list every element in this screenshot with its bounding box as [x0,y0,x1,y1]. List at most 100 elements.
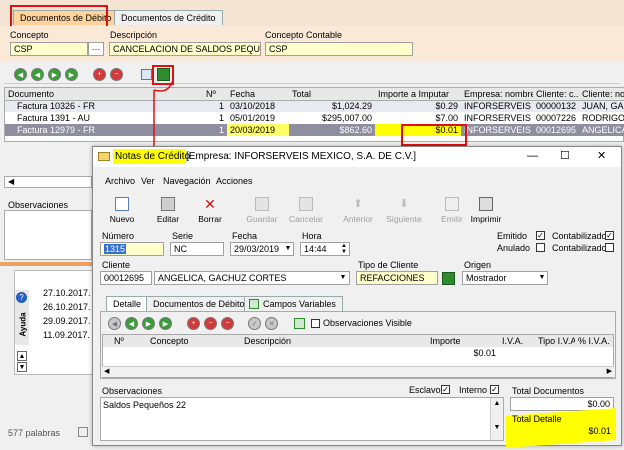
anterior-button[interactable]: ⬆ Anterior [336,188,380,224]
concepto-field[interactable]: CSP [10,42,88,56]
menu-navegacion[interactable]: Navegación [163,176,211,186]
emitir-label: Emitir [441,214,463,224]
concepto-contable-label: Concepto Contable [265,30,343,40]
side-scroll-down-icon[interactable]: ▼ [17,362,27,372]
scroll-left-icon[interactable]: ◀ [102,368,109,375]
col-total[interactable]: Total [289,88,375,100]
next-record-icon[interactable]: ▶ [48,68,61,81]
detail-last-icon[interactable]: ▶ [159,317,172,330]
table-row[interactable]: Factura 1391 - AU 1 05/01/2019 $295,007.… [5,112,624,124]
concepto-contable-field[interactable]: CSP [265,42,413,56]
esclavo-checkbox[interactable]: ✓ [441,385,450,394]
nuevo-button[interactable]: Nuevo [100,188,144,224]
last-record-icon[interactable]: ▶ [65,68,78,81]
detail-next-icon[interactable]: ▶ [142,317,155,330]
detail-confirm-icon[interactable]: ✓ [248,317,261,330]
col-cliente-codigo[interactable]: Cliente: c... [533,88,579,100]
back-observaciones-box[interactable] [4,210,92,260]
origen-label: Origen [464,260,492,270]
remove-record-icon[interactable]: − [110,68,123,81]
numero-value: 1315 [104,244,127,254]
detail-prev-icon[interactable]: ◀ [125,317,138,330]
numero-field[interactable]: 1315 [100,242,164,256]
menu-archivo[interactable]: Archivo [105,176,135,186]
fecha-dropdown-icon[interactable]: ▼ [283,243,293,255]
serie-field[interactable]: NC [170,242,224,256]
anulado-checkbox[interactable] [536,243,545,252]
tab-documentos-debito-dialog[interactable]: Documentos de Débito [146,296,252,311]
detail-add-icon[interactable]: + [187,317,200,330]
col-detail-numero[interactable]: Nº [111,335,147,347]
imprimir-button[interactable]: Imprimir [466,188,506,224]
descripcion-field[interactable]: CANCELACION DE SALDOS PEQUEÑ [109,42,261,56]
col-empresa[interactable]: Empresa: nombre [461,88,533,100]
tipo-cliente-field[interactable]: REFACCIONES [356,271,438,285]
tipo-cliente-label: Tipo de Cliente [358,260,419,270]
col-detail-descripcion[interactable]: Descripción [241,335,427,347]
col-detail-tipo-iva[interactable]: Tipo I.V.A. [535,335,575,347]
total-detalle-value: $0.01 [588,426,611,436]
fecha-label: Fecha [232,231,258,241]
side-scroll-up-icon[interactable]: ▲ [17,351,27,361]
col-importe-imputar[interactable]: Importe a Imputar [375,88,461,100]
detail-cancel-icon[interactable]: ✕ [265,317,278,330]
siguiente-button[interactable]: ⬇ Siguiente [382,188,426,224]
lookup-icon[interactable] [442,272,455,285]
maximize-button[interactable]: ☐ [560,149,570,162]
col-detail-concepto[interactable]: Concepto [147,335,241,347]
cliente-name-field[interactable]: ANGELICA, GACHUZ CORTES [154,271,350,285]
detail-edit-icon[interactable]: − [221,317,234,330]
contabilizado2-checkbox[interactable] [605,243,614,252]
contabilizado2-label: Contabilizado [552,243,607,253]
total-documentos-value: $0.00 [587,399,610,409]
col-detail-importe[interactable]: Importe [427,335,499,347]
back-scrollbar[interactable]: ◀ [4,176,92,188]
total-documentos-label: Total Documentos [512,386,585,396]
tab-detalle[interactable]: Detalle [106,296,149,311]
add-record-icon[interactable]: + [93,68,106,81]
detail-first-icon[interactable]: ◀ [108,317,121,330]
close-button[interactable]: ✕ [597,149,606,162]
detail-grid-header: Nº Concepto Descripción Importe I.V.A. T… [103,335,613,347]
col-detail-pct-iva[interactable]: % I.V.A. [575,335,613,347]
borrar-button[interactable]: ✕ Borrar [188,188,232,224]
table-row[interactable]: Factura 10326 - FR 1 03/10/2018 $1,024.2… [5,100,624,112]
contabilizado-checkbox[interactable]: ✓ [605,231,614,240]
scroll-right-icon[interactable]: ▶ [607,367,612,377]
interno-checkbox[interactable]: ✓ [490,385,499,394]
status-icon [78,427,88,437]
guardar-button[interactable]: Guardar [240,188,284,224]
tab-documentos-credito[interactable]: Documentos de Crédito [114,10,223,25]
origen-field[interactable]: Mostrador [462,271,548,285]
col-cliente-nombre[interactable]: Cliente: no [579,88,624,100]
menu-acciones[interactable]: Acciones [216,176,253,186]
cliente-dropdown-icon[interactable]: ▼ [338,272,348,284]
col-detail-iva[interactable]: I.V.A. [499,335,535,347]
concepto-ellipsis-button[interactable]: ··· [88,42,104,56]
hora-label: Hora [302,231,322,241]
emitido-checkbox[interactable]: ✓ [536,231,545,240]
detail-hscroll[interactable]: ◀ ▶ [102,366,614,377]
prev-record-icon[interactable]: ◀ [31,68,44,81]
dialog-title-company: [Empresa: INFORSERVEIS MEXICO, S.A. DE C… [186,151,417,162]
minimize-button[interactable]: — [527,150,538,162]
cell: 1 [218,101,224,112]
observaciones-text: Saldos Pequeños 22 [103,400,187,410]
cliente-code-field[interactable]: 00012695 [100,271,152,285]
side-date-1: 27.10.2017. [43,288,91,298]
col-fecha[interactable]: Fecha [227,88,289,100]
total-detalle-field: $0.01 [510,425,614,439]
first-record-icon[interactable]: ◀ [14,68,27,81]
observaciones-scrollbar[interactable]: ▲ ▼ [490,398,503,440]
origen-dropdown-icon[interactable]: ▼ [537,272,547,284]
grid-icon[interactable] [141,69,152,80]
cancelar-button[interactable]: Cancelar [284,188,328,224]
detail-remove-icon[interactable]: − [204,317,217,330]
editar-button[interactable]: Editar [146,188,190,224]
observaciones-visible-checkbox[interactable] [311,319,320,328]
table-row-selected[interactable]: Factura 12979 - FR 1 20/03/2019 $862.60 … [5,124,624,136]
hora-spinner-icon[interactable]: ▲ ▼ [339,243,349,255]
menu-ver[interactable]: Ver [141,176,155,186]
table-row[interactable]: $0.01 [103,347,613,359]
col-numero[interactable]: Nº [203,88,227,100]
